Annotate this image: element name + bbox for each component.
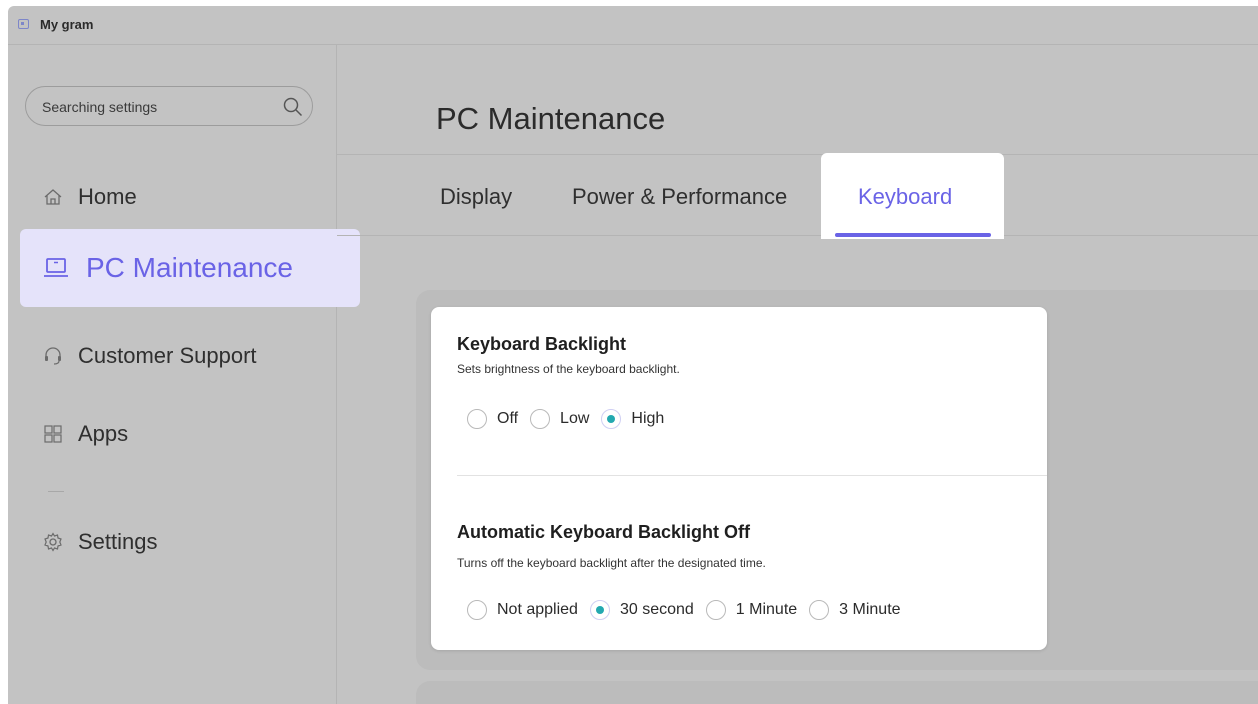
sidebar-item-customer-support[interactable]: Customer Support [20, 330, 360, 382]
section-divider [457, 475, 1047, 476]
radio-backlight-low[interactable]: Low [530, 409, 589, 429]
main-content: PC Maintenance Display Power & Performan… [337, 45, 1258, 704]
sidebar-item-label: Apps [78, 421, 129, 446]
section-title: Automatic Keyboard Backlight Off [457, 522, 751, 542]
backlight-options: Off Low High [467, 409, 676, 429]
app-title: My gram [40, 17, 94, 32]
radio-button[interactable] [467, 409, 487, 429]
radio-label: Not applied [497, 601, 578, 618]
radio-label: 30 second [619, 601, 694, 618]
settings-panel-next [416, 681, 1258, 704]
radio-button[interactable] [705, 600, 726, 620]
keyboard-settings-card: Keyboard Backlight Sets brightness of th… [431, 307, 1047, 650]
radio-label: 3 Minute [839, 601, 901, 618]
radio-30-second[interactable]: 30 second [589, 600, 694, 620]
radio-button-selected[interactable] [589, 600, 610, 620]
radio-backlight-high[interactable]: High [601, 409, 664, 429]
section-description: Sets brightness of the keyboard backligh… [457, 362, 680, 376]
radio-button[interactable] [467, 600, 487, 620]
active-tab-indicator [835, 233, 991, 237]
tab-display[interactable]: Display [440, 184, 512, 210]
radio-label: Low [560, 410, 590, 427]
sidebar-item-label: PC Maintenance [86, 252, 294, 283]
title-bar: My gram [8, 6, 1258, 45]
section-description: Turns off the keyboard backlight after t… [457, 556, 766, 570]
app-logo-icon [18, 19, 29, 29]
tab-keyboard[interactable]: Keyboard [821, 153, 1004, 239]
section-title: Keyboard Backlight [457, 334, 627, 354]
tab-bar-top-border [337, 154, 1258, 155]
gear-icon [42, 531, 64, 553]
tab-power-performance[interactable]: Power & Performance [572, 184, 787, 210]
sidebar-item-label: Customer Support [78, 343, 257, 368]
sidebar-item-label: Settings [78, 529, 158, 554]
sidebar-item-settings[interactable]: Settings [20, 516, 360, 568]
radio-label: High [631, 410, 665, 427]
sidebar-item-label: Home [78, 184, 137, 209]
home-icon [42, 186, 64, 208]
radio-not-applied[interactable]: Not applied [467, 600, 578, 620]
radio-button[interactable] [530, 409, 551, 429]
radio-button-selected[interactable] [601, 409, 622, 429]
radio-label: 1 Minute [735, 601, 798, 618]
sidebar: Home PC Maintenance Customer Support App… [8, 45, 360, 704]
app-window: My gram Home PC Maintenance C [8, 6, 1258, 704]
tab-bar-bottom-border [337, 235, 1258, 236]
search-box[interactable] [25, 86, 313, 126]
tab-label: Keyboard [858, 184, 953, 209]
search-icon[interactable] [282, 96, 304, 118]
radio-1-minute[interactable]: 1 Minute [705, 600, 798, 620]
sidebar-item-pc-maintenance[interactable]: PC Maintenance [20, 229, 360, 307]
radio-3-minute[interactable]: 3 Minute [809, 600, 901, 620]
headset-icon [42, 345, 64, 367]
sidebar-item-apps[interactable]: Apps [20, 408, 360, 460]
laptop-icon [42, 254, 70, 282]
radio-label: Off [497, 410, 519, 427]
radio-backlight-off[interactable]: Off [467, 409, 518, 429]
sidebar-item-home[interactable]: Home [20, 171, 360, 223]
apps-grid-icon [42, 423, 64, 445]
auto-off-options: Not applied 30 second 1 Minute 3 Minute [467, 600, 913, 620]
radio-button[interactable] [809, 600, 830, 620]
search-input[interactable] [40, 96, 244, 118]
page-title: PC Maintenance [436, 101, 666, 136]
sidebar-divider [48, 491, 64, 492]
